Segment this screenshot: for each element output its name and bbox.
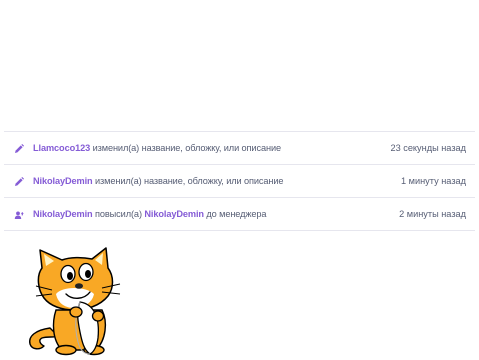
activity-item: NikolayDemin повысил(а) NikolayDemin до … (4, 197, 475, 231)
pencil-icon (15, 177, 24, 186)
activity-text: Llamcoco123 изменил(а) название, обложку… (33, 143, 281, 153)
target-user-link[interactable]: NikolayDemin (144, 209, 204, 219)
scratch-cat-icon (29, 247, 121, 356)
activity-action: до менеджера (203, 209, 267, 219)
activity-text: NikolayDemin повысил(а) NikolayDemin до … (33, 209, 267, 219)
activity-text: NikolayDemin изменил(а) название, обложк… (33, 176, 284, 186)
promote-user-icon (14, 211, 24, 219)
activity-time: 1 минуту назад (401, 176, 466, 186)
activity-list: Llamcoco123 изменил(а) название, обложку… (4, 131, 475, 231)
user-link[interactable]: NikolayDemin (33, 176, 93, 186)
activity-action: повысил(а) (92, 209, 145, 219)
pencil-icon (15, 144, 24, 153)
activity-item: Llamcoco123 изменил(а) название, обложку… (4, 131, 475, 164)
activity-time: 2 минуты назад (399, 209, 466, 219)
activity-action: изменил(а) название, обложку, или описан… (92, 176, 284, 186)
user-link[interactable]: NikolayDemin (33, 209, 93, 219)
activity-item: NikolayDemin изменил(а) название, обложк… (4, 164, 475, 197)
user-link[interactable]: Llamcoco123 (33, 143, 90, 153)
activity-action: изменил(а) название, обложку, или описан… (90, 143, 282, 153)
studio-activity-page: Llamcoco123 изменил(а) название, обложку… (0, 0, 479, 360)
activity-time: 23 секунды назад (390, 143, 466, 153)
